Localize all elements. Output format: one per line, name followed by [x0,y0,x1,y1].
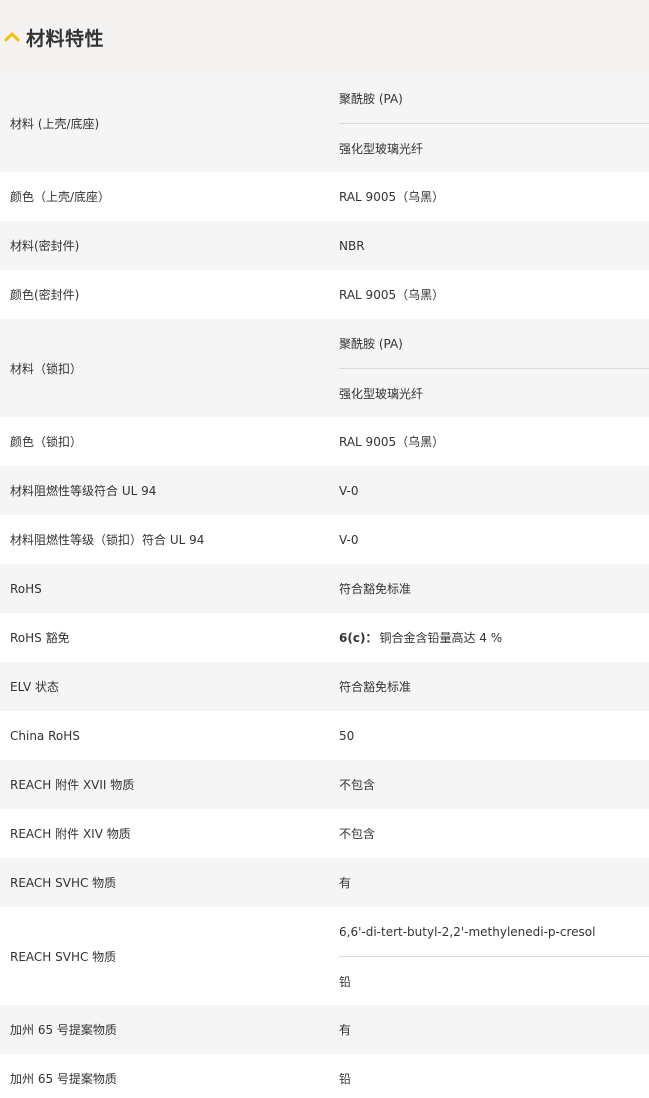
property-name: REACH SVHC 物质 [10,949,117,964]
property-values: 聚酰胺 (PA) 强化型玻璃光纤 [339,319,649,417]
property-values: RAL 9005（乌黑） [339,270,649,319]
property-value: V-0 [339,483,359,498]
property-values: V-0 [339,515,649,564]
table-row: 材料阻燃性等级符合 UL 94 V-0 [0,466,649,515]
property-value: V-0 [339,532,359,547]
property-values: 不包含 [339,760,649,809]
property-value: RAL 9005（乌黑） [339,435,445,449]
property-name: 颜色(密封件) [10,288,80,302]
property-value: 强化型玻璃光纤 [339,123,649,172]
chevron-up-icon[interactable] [2,27,22,47]
property-name: REACH 附件 XVII 物质 [10,778,135,792]
property-values: 符合豁免标准 [339,564,649,613]
property-value: RAL 9005（乌黑） [339,288,445,302]
property-values: RAL 9005（乌黑） [339,172,649,221]
table-row: 材料（锁扣） 聚酰胺 (PA) 强化型玻璃光纤 [0,319,649,417]
property-values: 有 [339,1005,649,1054]
property-values: 6,6'-di-tert-butyl-2,2'-methylenedi-p-cr… [339,907,649,1005]
property-value: 强化型玻璃光纤 [339,368,649,417]
property-name: RoHS [10,581,42,596]
property-values: 不包含 [339,809,649,858]
section-title: 材料特性 [26,27,105,50]
property-values: 有 [339,858,649,907]
properties-table: 材料 (上壳/底座) 聚酰胺 (PA) 强化型玻璃光纤 颜色（上壳/底座） RAL 90… [0,74,649,1098]
property-name: 材料(密封件) [10,239,80,253]
property-value: 有 [339,1023,352,1037]
property-name: China RoHS [10,728,80,743]
table-row: 颜色（上壳/底座） RAL 9005（乌黑） [0,172,649,221]
section-header[interactable]: 材料特性 [0,0,649,74]
property-value: 铅 [339,956,649,1005]
property-name: 加州 65 号提案物质 [10,1072,117,1086]
property-value: 铅 [339,1072,352,1086]
property-value: 50 [339,728,355,743]
property-value: 聚酰胺 (PA) [339,92,403,106]
property-value: 不包含 [339,778,376,792]
table-row: REACH 附件 XIV 物质 不包含 [0,809,649,858]
property-values: V-0 [339,466,649,515]
property-value: 符合豁免标准 [339,582,412,596]
table-row: 材料(密封件) NBR [0,221,649,270]
property-values: 铅 [339,1054,649,1098]
property-value: 不包含 [339,827,376,841]
table-row: 材料阻燃性等级（锁扣）符合 UL 94 V-0 [0,515,649,564]
property-name: REACH 附件 XIV 物质 [10,827,131,841]
property-values: NBR [339,221,649,270]
property-values: 50 [339,711,649,760]
property-name: ELV 状态 [10,680,59,694]
property-value: RAL 9005（乌黑） [339,190,445,204]
table-row: REACH SVHC 物质 6,6'-di-tert-butyl-2,2'-met… [0,907,649,1005]
table-row: REACH 附件 XVII 物质 不包含 [0,760,649,809]
property-value: NBR [339,238,365,253]
table-row: 加州 65 号提案物质 有 [0,1005,649,1054]
property-name: 材料 (上壳/底座) [10,116,100,131]
table-row: REACH SVHC 物质 有 [0,858,649,907]
property-name: 颜色（上壳/底座） [10,190,111,204]
property-name: 材料阻燃性等级符合 UL 94 [10,484,157,498]
table-row: RoHS 豁免 6(c)： 铜合金含铅量高达 4 % [0,613,649,662]
property-value: 有 [339,876,352,890]
property-value: 6(c)： 铜合金含铅量高达 4 % [339,631,503,645]
property-name: RoHS 豁免 [10,631,70,645]
table-row: 颜色（锁扣） RAL 9005（乌黑） [0,417,649,466]
table-row: ELV 状态 符合豁免标准 [0,662,649,711]
table-row: China RoHS 50 [0,711,649,760]
property-values: 聚酰胺 (PA) 强化型玻璃光纤 [339,74,649,172]
property-name: 颜色（锁扣） [10,435,83,449]
property-values: 6(c)： 铜合金含铅量高达 4 % [339,613,649,662]
property-value: 6,6'-di-tert-butyl-2,2'-methylenedi-p-cr… [339,924,596,939]
property-name: 材料（锁扣） [10,361,83,376]
property-value: 符合豁免标准 [339,680,412,694]
table-row: 加州 65 号提案物质 铅 [0,1054,649,1098]
property-name: REACH SVHC 物质 [10,876,117,890]
property-name: 加州 65 号提案物质 [10,1023,117,1037]
property-value: 聚酰胺 (PA) [339,337,403,351]
table-row: 材料 (上壳/底座) 聚酰胺 (PA) 强化型玻璃光纤 [0,74,649,172]
table-row: RoHS 符合豁免标准 [0,564,649,613]
property-name: 材料阻燃性等级（锁扣）符合 UL 94 [10,533,205,547]
property-values: RAL 9005（乌黑） [339,417,649,466]
property-values: 符合豁免标准 [339,662,649,711]
table-row: 颜色(密封件) RAL 9005（乌黑） [0,270,649,319]
